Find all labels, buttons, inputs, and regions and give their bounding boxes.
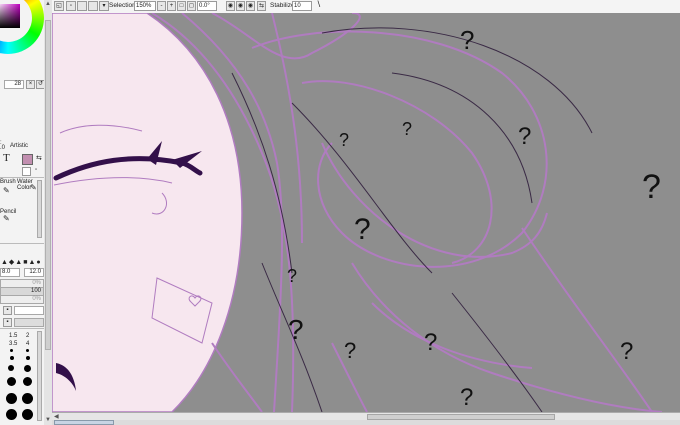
rotation-select[interactable]: 0.0°	[197, 1, 217, 11]
swap-colors-icon[interactable]: ⇆	[36, 154, 42, 162]
hair-strand-7	[521, 227, 653, 412]
hair-strand-8	[211, 342, 263, 412]
brush-dot-6[interactable]	[26, 349, 29, 352]
nav2-icon[interactable]: ▫	[66, 1, 76, 11]
hair-strand-4	[271, 13, 303, 244]
zoom-out-button[interactable]: -	[157, 1, 166, 11]
zoom-reset-icon[interactable]: □	[177, 1, 186, 11]
top-toolbar: ◱ ▫ ▾ Selection 150% - + □ ◻ 0.0° ◉ ◉ ◉ …	[52, 0, 680, 14]
tool-list-scrollbar[interactable]	[37, 180, 42, 238]
nav-icon[interactable]: ◱	[54, 1, 64, 11]
nav3-icon[interactable]	[77, 1, 87, 11]
brush-preset-scrollbar[interactable]	[37, 331, 42, 421]
tool-group-index: .0	[0, 145, 6, 151]
hair-strand-3	[211, 13, 361, 60]
rotate-reset-icon[interactable]: ◉	[246, 1, 255, 11]
rotate-left-icon[interactable]: ◉	[226, 1, 235, 11]
blending-mode-icon[interactable]: ▪	[3, 306, 12, 315]
scroll-up-icon[interactable]: ▲	[44, 0, 52, 8]
zoom-in-button[interactable]: +	[167, 1, 176, 11]
brush-size-field[interactable]: 28	[4, 80, 24, 89]
texture-icon[interactable]: ▪	[3, 318, 12, 327]
brush-dot-30[interactable]	[23, 377, 32, 386]
pencil-icon: ✎	[3, 214, 10, 223]
min-density-field[interactable]: 0%	[0, 295, 44, 304]
hair-strand-5	[351, 262, 663, 412]
size-field[interactable]: 8.0	[0, 268, 20, 277]
question-mark-11: ?	[620, 338, 633, 365]
transparent-toggle-icon[interactable]: ▫	[35, 167, 37, 173]
brush-tool-label[interactable]: Brush	[0, 179, 16, 185]
question-mark-5: ?	[642, 168, 661, 206]
document-tab[interactable]	[54, 420, 114, 425]
question-mark-8: ?	[288, 314, 304, 345]
question-mark-7: ?	[287, 266, 297, 286]
question-mark-6: ?	[354, 213, 371, 246]
brush-preset-2[interactable]: 3.5	[9, 341, 17, 347]
texture-select[interactable]	[14, 318, 44, 327]
swap-icon[interactable]: ×	[26, 80, 35, 89]
question-mark-1: ?	[460, 25, 474, 55]
guide-line-4	[321, 27, 593, 134]
sub-color-swatch[interactable]	[22, 167, 31, 176]
artwork: ? ? ? ? ? ? ? ? ? ? ? ?	[52, 13, 663, 412]
brush-dot-20[interactable]	[24, 365, 31, 372]
brush-dot-70[interactable]	[22, 409, 33, 420]
face-skin	[52, 13, 243, 412]
scroll-down-icon[interactable]: ▼	[44, 416, 52, 424]
brush-dot-40[interactable]	[6, 393, 17, 404]
question-mark-12: ?	[460, 384, 473, 411]
brush-dot-10[interactable]	[26, 356, 30, 360]
drawing-canvas[interactable]: ? ? ? ? ? ? ? ? ? ? ? ?	[52, 13, 680, 412]
question-mark-9: ?	[344, 338, 356, 363]
guide-line-2	[391, 72, 533, 204]
brush-preset-0[interactable]: 1.5	[9, 333, 17, 339]
question-mark-10: ?	[424, 329, 437, 356]
stabilizer-select[interactable]: 10	[292, 1, 312, 11]
nav4-icon[interactable]	[88, 1, 98, 11]
selection-icon[interactable]: ▾	[99, 1, 109, 11]
water-color-icon: ✎	[30, 183, 37, 192]
brush-dot-25[interactable]	[7, 377, 16, 386]
tool-panel: 28 × ↺ : .0 Artistic T ⇆ ▫ Brush Water C…	[0, 0, 45, 425]
selection-toggle-label[interactable]: Selection	[109, 1, 136, 10]
zoom-select[interactable]: 150%	[134, 1, 156, 11]
brush-dot-60[interactable]	[6, 409, 17, 420]
brush-preset-1[interactable]: 2	[26, 333, 29, 339]
main-color-swatch[interactable]	[22, 154, 33, 165]
brush-shape-icons[interactable]: ▲◆▲■▲●	[1, 258, 42, 266]
pen-pressure-icon[interactable]: ∖	[316, 0, 321, 9]
zoom-fit-icon[interactable]: ◻	[187, 1, 196, 11]
size-max-field[interactable]: 12.0	[24, 268, 44, 277]
flip-horizontal-icon[interactable]: ⇆	[257, 1, 266, 11]
hair-strand-6	[371, 302, 533, 369]
brush-dot-50[interactable]	[22, 393, 33, 404]
brush-dot-16[interactable]	[8, 365, 14, 371]
saturation-value-square[interactable]	[0, 4, 20, 28]
scroll-left-icon[interactable]: ◀	[54, 413, 59, 420]
brush-preset-3[interactable]: 4	[26, 341, 29, 347]
hair-loop-2	[301, 80, 493, 264]
water-color-tool-label[interactable]: Water Color	[17, 179, 33, 191]
document-tab-bar	[52, 420, 680, 425]
blending-mode-select[interactable]	[14, 306, 44, 315]
question-mark-2: ?	[339, 130, 349, 150]
brush-dot-5[interactable]	[10, 349, 13, 352]
left-scroll-thumb[interactable]	[45, 20, 51, 350]
rotate-right-icon[interactable]: ◉	[236, 1, 245, 11]
text-tool-icon[interactable]: T	[3, 152, 10, 164]
brush-dot-8[interactable]	[10, 356, 14, 360]
question-mark-3: ?	[402, 119, 412, 139]
brush-icon: ✎	[3, 186, 10, 195]
artistic-label: Artistic	[10, 143, 28, 149]
question-mark-4: ?	[518, 123, 531, 150]
